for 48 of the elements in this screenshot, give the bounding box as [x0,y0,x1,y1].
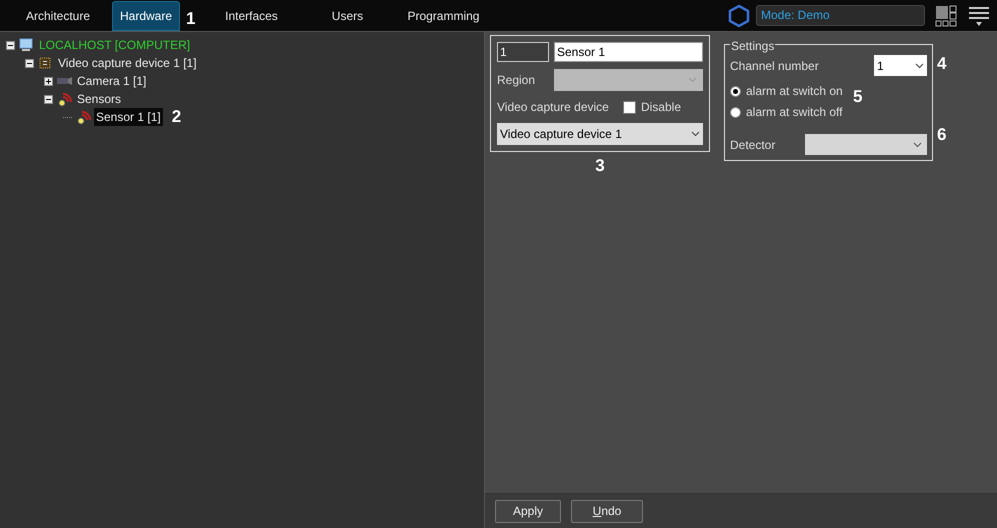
tree-item[interactable]: Sensor 1 [1] [94,108,163,126]
expand-icon[interactable] [44,76,53,86]
region-label: Region [497,72,536,89]
collapse-icon[interactable] [25,58,34,68]
device-label: Video capture device [497,99,610,116]
nav-tab[interactable]: Hardware [112,1,180,31]
disable-label: Disable [640,99,681,116]
mode-field[interactable]: Mode: Demo [756,5,925,26]
radio-button[interactable] [730,106,741,118]
callout-number: 2 [172,106,182,128]
nav-tab[interactable]: Architecture [10,0,106,31]
callout-number: 5 [853,86,864,108]
tree-item[interactable]: LOCALHOST [COMPUTER] [37,36,192,54]
channel-dropdown[interactable]: 1 [874,55,927,76]
callout-number: 3 [595,155,605,177]
name-field[interactable]: Sensor 1 [554,42,703,62]
device-dropdown[interactable]: Video capture device 1 [497,123,703,145]
radio-button[interactable] [730,86,741,96]
chip-icon [37,55,53,71]
collapse-icon[interactable] [6,40,15,50]
channel-label: Channel number [730,58,819,74]
chevron-icon [691,131,700,137]
action-button[interactable]: Apply [495,500,561,522]
hexagon-icon [728,4,750,28]
tree-item[interactable]: Sensors [75,90,124,108]
chevron-icon [915,62,924,68]
layout-icon[interactable] [935,4,957,26]
callout-number: 6 [937,124,946,146]
signal-icon [75,109,91,125]
menu-icon[interactable] [969,4,989,26]
monitor-icon [18,37,34,53]
signal-icon [56,91,72,107]
id-field[interactable]: 1 [497,42,549,62]
callout-number: 1 [186,8,196,30]
chevron-icon [913,142,922,148]
disable-checkbox[interactable] [622,100,636,114]
tree-item[interactable]: Video capture device 1 [1] [56,54,199,72]
nav-tab[interactable]: Interfaces [203,0,300,31]
action-button[interactable]: Undo [571,500,643,522]
collapse-icon[interactable] [44,94,53,104]
chevron-icon [688,77,697,83]
detector-label: Detector [730,136,776,154]
callout-number: 4 [937,53,946,75]
tree-item[interactable]: Camera 1 [1] [75,72,148,90]
radio-label: alarm at switch on [746,83,843,100]
nav-tab[interactable]: Users [299,0,396,31]
nav-tab[interactable]: Programming [395,0,492,31]
radio-label: alarm at switch off [746,104,842,121]
